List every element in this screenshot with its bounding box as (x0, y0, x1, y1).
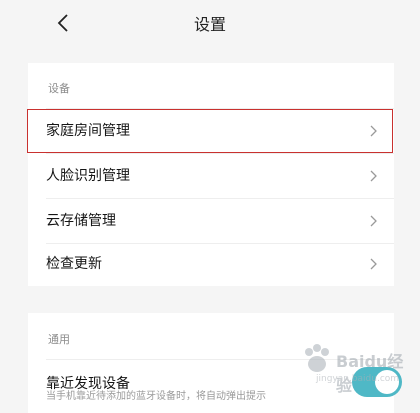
setting-label: 云存储管理 (46, 213, 116, 229)
setting-label: 人脸识别管理 (46, 168, 130, 184)
setting-label: 检查更新 (46, 256, 102, 272)
section-label-devices: 设备 (48, 82, 70, 95)
section-label-general: 通用 (48, 333, 70, 346)
page-title: 设置 (193, 15, 226, 34)
header-bar: 设置 (0, 0, 420, 48)
section-general: 通用 靠近发现设备 当手机靠近待添加的蓝牙设备时，将自动弹出提示 (28, 313, 402, 413)
chevron-right-icon (370, 258, 377, 270)
chevron-right-icon (370, 170, 377, 182)
setting-cloud-storage-management[interactable]: 云存储管理 (28, 199, 394, 243)
nearby-discovery-toggle[interactable] (352, 367, 402, 397)
setting-label: 家庭房间管理 (46, 123, 130, 139)
section-devices: 设备 家庭房间管理 人脸识别管理 云存储管理 检查更新 (28, 63, 394, 286)
toggle-knob (375, 370, 399, 394)
setting-face-recognition-management[interactable]: 人脸识别管理 (28, 154, 394, 198)
chevron-right-icon (370, 125, 377, 137)
chevron-right-icon (370, 215, 377, 227)
setting-check-updates[interactable]: 检查更新 (28, 242, 394, 286)
setting-home-room-management[interactable]: 家庭房间管理 (28, 109, 394, 153)
